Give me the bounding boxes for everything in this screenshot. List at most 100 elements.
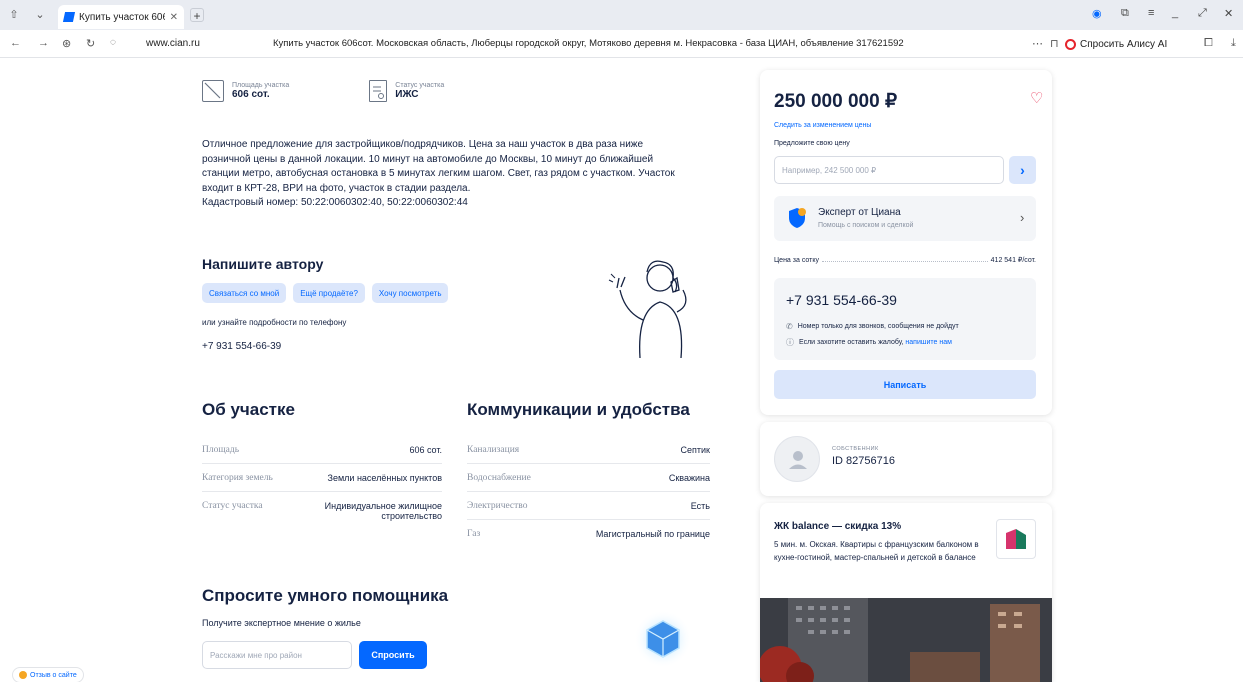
woman-phone-illustration bbox=[608, 260, 687, 359]
browser-menu-icon[interactable]: ⇧ bbox=[6, 7, 22, 23]
row-key: Электричество bbox=[467, 501, 528, 511]
row-key: Газ bbox=[467, 529, 481, 539]
site-info-icon[interactable]: ◌ bbox=[110, 37, 116, 48]
phone-icon: ✆ bbox=[786, 322, 793, 331]
table-row: Газ Магистральный по границе bbox=[467, 520, 710, 547]
row-value: Индивидуальное жилищное строительство bbox=[324, 501, 442, 521]
row-key: Категория земель bbox=[202, 473, 273, 483]
row-value: Есть bbox=[690, 501, 710, 511]
table-row: Водоснабжение Скважина bbox=[467, 464, 710, 492]
alice-icon bbox=[1065, 38, 1076, 50]
document-icon bbox=[369, 80, 388, 102]
expert-banner[interactable]: Эксперт от Циана Помощь с поиском и сдел… bbox=[774, 196, 1036, 241]
shield-icon[interactable]: ⊛ bbox=[62, 37, 71, 50]
row-key: Водоснабжение bbox=[467, 473, 531, 483]
download-icon[interactable]: ⤓ bbox=[1231, 37, 1236, 50]
description-text: Отличное предложение для застройщиков/по… bbox=[202, 139, 675, 194]
listing-params: Площадь участка 606 сот. Статус участка … bbox=[202, 80, 444, 102]
author-phone[interactable]: +7 931 554-66-39 bbox=[202, 341, 281, 352]
write-message-button[interactable]: Написать bbox=[774, 370, 1036, 399]
write-author-title: Напишите автору bbox=[202, 256, 324, 272]
listing-description: Отличное предложение для застройщиков/по… bbox=[202, 138, 692, 211]
chip-contact-me[interactable]: Связаться со мной bbox=[202, 283, 287, 303]
param-value: ИЖС bbox=[395, 89, 419, 100]
close-window-icon[interactable]: ✕ bbox=[1224, 7, 1233, 20]
avatar bbox=[774, 436, 820, 482]
feedback-icon bbox=[19, 671, 27, 679]
assistant-input[interactable]: Расскажи мне про район bbox=[202, 641, 352, 669]
row-value: Септик bbox=[680, 445, 710, 455]
row-value: Скважина bbox=[668, 473, 710, 483]
chevron-right-icon: › bbox=[1020, 162, 1025, 178]
bookmark-icon[interactable]: ⊓ bbox=[1050, 37, 1059, 50]
owner-role: СОБСТВЕННИК bbox=[832, 446, 879, 452]
feedback-label: Отзыв о сайте bbox=[30, 671, 77, 679]
expert-shield-icon bbox=[789, 208, 806, 228]
phone-note-calls: ✆ Номер только для звонков, сообщения не… bbox=[786, 322, 959, 331]
table-row: Канализация Септик bbox=[467, 436, 710, 464]
param-status: Статус участка ИЖС bbox=[369, 80, 444, 102]
reload-icon[interactable]: ↻ bbox=[86, 37, 95, 50]
seller-phone[interactable]: +7 931 554-66-39 bbox=[786, 292, 897, 308]
about-table: Площадь 606 сот. Категория земель Земли на… bbox=[202, 436, 442, 529]
row-key: Площадь bbox=[202, 445, 240, 455]
row-value: 606 сот. bbox=[409, 445, 442, 455]
user-icon bbox=[789, 451, 807, 469]
url-host[interactable]: www.cian.ru bbox=[146, 38, 200, 49]
browser-tab[interactable]: Купить участок 606сот ✕ bbox=[58, 5, 184, 29]
price: 250 000 000 ₽ bbox=[774, 91, 898, 112]
alice-status-icon[interactable]: ◉ bbox=[1092, 7, 1102, 20]
ai-cube-icon bbox=[634, 610, 692, 668]
developer-logo-icon bbox=[996, 519, 1036, 559]
chip-want-to-see[interactable]: Хочу посмотреть bbox=[371, 283, 449, 303]
ad-title: ЖК balance — скидка 13% bbox=[774, 521, 902, 532]
ask-button[interactable]: Спросить bbox=[359, 641, 427, 669]
ad-text: 5 мин. м. Окская. Квартиры с французским… bbox=[774, 540, 979, 562]
offer-submit-button[interactable]: › bbox=[1009, 156, 1036, 184]
ad-card[interactable]: ЖК balance — скидка 13% 5 мин. м. Окская… bbox=[760, 503, 1052, 682]
offer-price-input[interactable]: Например, 242 500 000 ₽ bbox=[774, 156, 1004, 184]
about-title: Об участке bbox=[202, 400, 295, 419]
back-icon[interactable]: ← bbox=[10, 37, 21, 49]
offer-label: Предложите свою цену bbox=[774, 140, 850, 147]
new-tab-button[interactable]: + bbox=[190, 8, 204, 23]
owner-id: ID 82756716 bbox=[832, 455, 895, 467]
tabs-dropdown-icon[interactable]: ⌄ bbox=[32, 7, 48, 23]
ask-alice-button[interactable]: Спросить Алису AI bbox=[1065, 35, 1167, 53]
bookmarks-icon[interactable]: ⧉ bbox=[1121, 7, 1129, 20]
owner-card[interactable]: СОБСТВЕННИК ID 82756716 bbox=[760, 422, 1052, 496]
assistant-title: Спросите умного помощника bbox=[202, 586, 449, 605]
feedback-button[interactable]: Отзыв о сайте bbox=[12, 667, 84, 682]
row-value: Магистральный по границе bbox=[595, 529, 710, 539]
watch-price-link[interactable]: Следить за изменением цены bbox=[774, 122, 871, 129]
communications-table: Канализация Септик Водоснабжение Скважина … bbox=[467, 436, 710, 547]
complaint-link[interactable]: напишите нам bbox=[905, 339, 952, 346]
browser-tab-bar: ⇧ ⌄ Купить участок 606сот ✕ + ◉ ⧉ ≡ _ ⤢ … bbox=[0, 0, 1243, 30]
phone-note-complaint: ⓘ Если захотите оставить жалобу, напишит… bbox=[786, 338, 952, 347]
row-value: Земли населённых пунктов bbox=[327, 473, 442, 483]
communications-title: Коммуникации и удобства bbox=[467, 400, 690, 419]
per-value: 412 541 ₽/сот. bbox=[990, 257, 1036, 264]
tab-close-icon[interactable]: ✕ bbox=[170, 12, 178, 23]
assistant-subtitle: Получите экспертное мнение о жилье bbox=[202, 618, 361, 628]
quick-messages: Связаться со мной Ещё продаёте? Хочу пос… bbox=[202, 283, 449, 303]
table-row: Категория земель Земли населённых пунктов bbox=[202, 464, 442, 492]
more-icon[interactable]: ⋯ bbox=[1032, 37, 1043, 50]
area-icon bbox=[202, 80, 224, 102]
browser-menu-lines-icon[interactable]: ≡ bbox=[1148, 7, 1154, 19]
param-label: Площадь участка bbox=[232, 82, 290, 89]
extensions-icon[interactable]: ⧠ bbox=[1204, 37, 1213, 50]
table-row: Площадь 606 сот. bbox=[202, 436, 442, 464]
chip-still-selling[interactable]: Ещё продаёте? bbox=[293, 283, 365, 303]
favorite-heart-icon[interactable]: ♡ bbox=[1030, 91, 1046, 107]
cadastral-number: Кадастровый номер: 50:22:0060302:40, 50:… bbox=[202, 197, 468, 208]
expert-title: Эксперт от Циана bbox=[818, 207, 901, 218]
or-phone-text: или узнайте подробности по телефону bbox=[202, 318, 347, 327]
address-bar: ← → ⊛ ↻ ◌ www.cian.ru Купить участок 606… bbox=[0, 30, 1243, 58]
url-title[interactable]: Купить участок 606сот. Московская област… bbox=[273, 38, 904, 49]
restore-icon[interactable]: ⤢ bbox=[1198, 7, 1207, 20]
table-row: Статус участка Индивидуальное жилищное ст… bbox=[202, 492, 442, 529]
info-icon: ⓘ bbox=[786, 338, 794, 347]
minimize-icon[interactable]: _ bbox=[1172, 7, 1178, 19]
forward-icon[interactable]: → bbox=[38, 37, 49, 49]
